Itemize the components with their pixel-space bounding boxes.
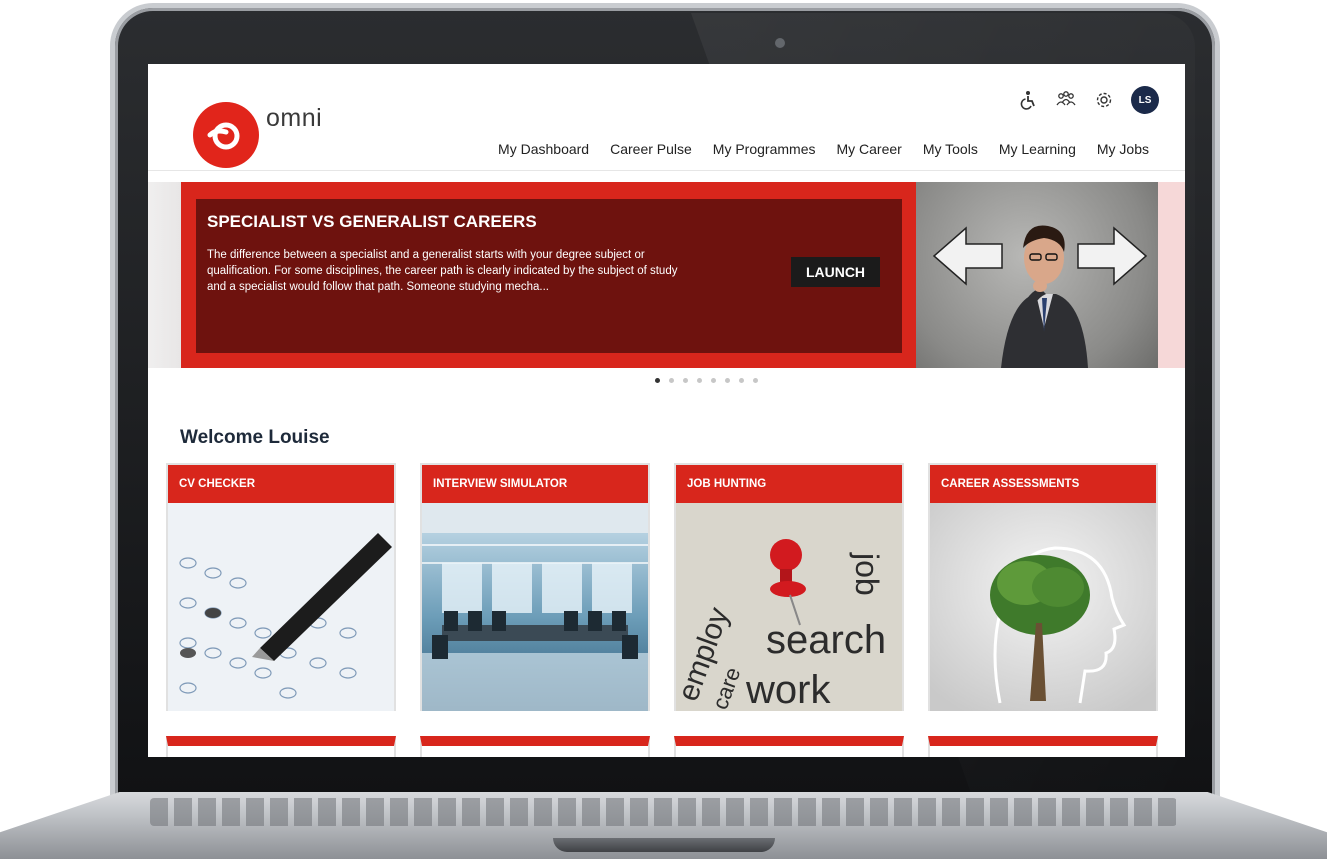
nav-career-pulse[interactable]: Career Pulse	[610, 141, 692, 157]
svg-text:search: search	[766, 618, 886, 662]
nav-my-learning[interactable]: My Learning	[999, 141, 1076, 157]
laptop-keyboard	[150, 798, 1177, 826]
webcam	[775, 38, 785, 48]
card-image-conference-room	[422, 503, 648, 711]
settings-icon[interactable]	[1093, 89, 1115, 111]
card-image-tree-head	[930, 503, 1156, 711]
welcome-heading: Welcome Louise	[180, 427, 330, 448]
slide-content: SPECIALIST VS GENERALIST CAREERS The dif…	[196, 199, 902, 353]
card-cv-checker[interactable]: CV CHECKER	[166, 463, 396, 711]
card-image-pushpin-words: search work job employ care	[676, 503, 902, 711]
card-image-answer-sheet-pen	[168, 503, 394, 711]
nav-my-career[interactable]: My Career	[836, 141, 901, 157]
card-title: JOB HUNTING	[676, 465, 902, 503]
utility-bar: LS	[1017, 86, 1159, 114]
card-career-assessments[interactable]: CAREER ASSESSMENTS	[928, 463, 1158, 711]
slide-title: SPECIALIST VS GENERALIST CAREERS	[207, 212, 537, 231]
nav-my-dashboard[interactable]: My Dashboard	[498, 141, 589, 157]
card-partial[interactable]	[928, 736, 1158, 757]
next-slide-peek[interactable]	[1158, 182, 1185, 368]
svg-text:work: work	[745, 668, 831, 711]
carousel-dot[interactable]	[683, 378, 688, 383]
user-avatar[interactable]: LS	[1131, 86, 1159, 114]
card-title: INTERVIEW SIMULATOR	[422, 465, 648, 503]
card-title: CV CHECKER	[168, 465, 394, 503]
carousel-dot[interactable]	[669, 378, 674, 383]
slide-photo-businessman-arrows	[916, 182, 1158, 368]
card-interview-simulator[interactable]: INTERVIEW SIMULATOR	[420, 463, 650, 711]
card-title: CAREER ASSESSMENTS	[930, 465, 1156, 503]
tool-cards: CV CHECKER INTERVIEW SIMULATOR JOB HUNTI…	[166, 463, 1158, 711]
previous-slide-peek[interactable]	[148, 182, 181, 368]
carousel-dot[interactable]	[753, 378, 758, 383]
carousel-dot[interactable]	[725, 378, 730, 383]
accessibility-icon[interactable]	[1017, 89, 1039, 111]
tool-cards-second-row	[166, 736, 1158, 757]
card-partial[interactable]	[166, 736, 396, 757]
svg-text:job: job	[849, 552, 885, 596]
nav-my-programmes[interactable]: My Programmes	[713, 141, 816, 157]
launch-button[interactable]: LAUNCH	[791, 257, 880, 287]
hero-slide: SPECIALIST VS GENERALIST CAREERS The dif…	[181, 182, 1158, 368]
nav-my-tools[interactable]: My Tools	[923, 141, 978, 157]
main-nav: My Dashboard Career Pulse My Programmes …	[498, 141, 1149, 157]
card-partial[interactable]	[420, 736, 650, 757]
laptop-notch	[553, 838, 775, 852]
carousel-dot[interactable]	[697, 378, 702, 383]
site-header: omni LS My Dashboard Career Pulse My Pro…	[148, 64, 1185, 171]
card-partial[interactable]	[674, 736, 904, 757]
card-job-hunting[interactable]: JOB HUNTING search work job employ care	[674, 463, 904, 711]
logo-text[interactable]: omni	[266, 104, 322, 133]
nav-my-jobs[interactable]: My Jobs	[1097, 141, 1149, 157]
slide-description: The difference between a specialist and …	[207, 249, 678, 293]
carousel-dot[interactable]	[711, 378, 716, 383]
people-icon[interactable]	[1055, 89, 1077, 111]
screen: omni LS My Dashboard Career Pulse My Pro…	[148, 64, 1185, 757]
carousel-pagination	[148, 378, 1185, 383]
hero-carousel: SPECIALIST VS GENERALIST CAREERS The dif…	[148, 182, 1185, 368]
carousel-dot[interactable]	[655, 378, 660, 383]
carousel-dot[interactable]	[739, 378, 744, 383]
omni-logo-icon[interactable]	[193, 102, 259, 168]
